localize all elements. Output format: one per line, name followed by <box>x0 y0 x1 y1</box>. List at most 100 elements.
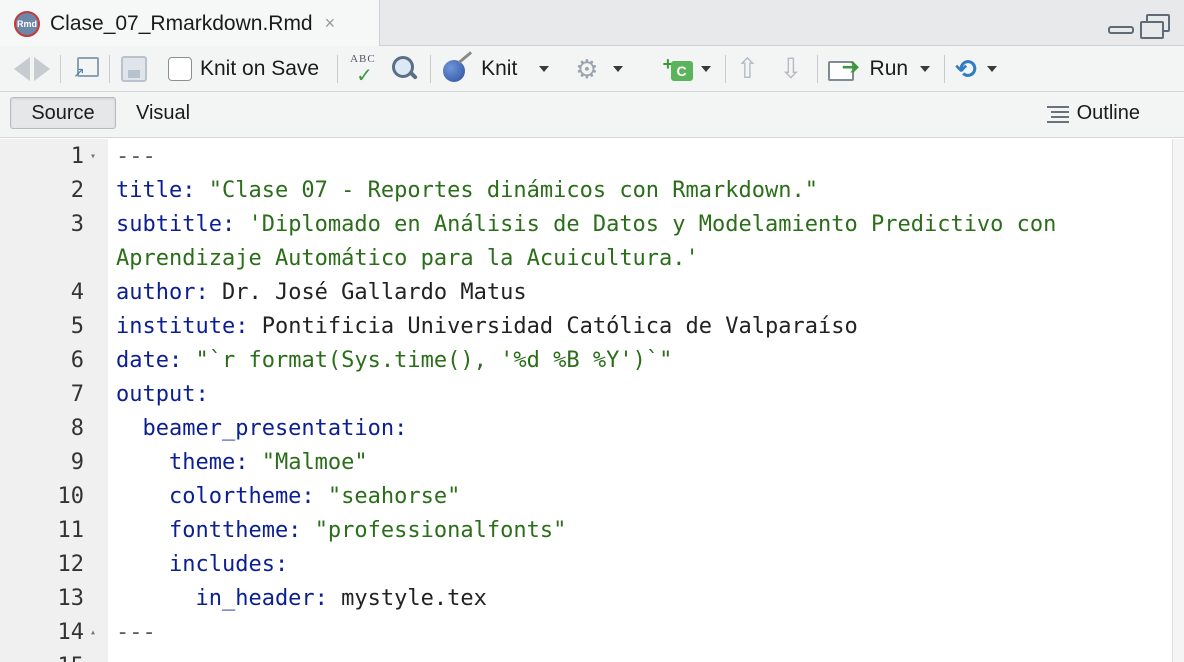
code-token: institute: <box>116 314 262 339</box>
code-text: colortheme: "seahorse" <box>116 480 460 514</box>
settings-button[interactable]: ⚙ <box>575 46 623 92</box>
code-text: beamer_presentation: <box>116 412 407 446</box>
minimize-pane-icon[interactable] <box>1108 26 1134 34</box>
editor-mode-bar: Source Visual Outline <box>0 92 1184 138</box>
knit-on-save-toggle[interactable]: Knit on Save <box>168 46 319 92</box>
run-icon <box>827 54 866 81</box>
code-line[interactable]: 12 includes: <box>0 548 1172 582</box>
pane-window-controls <box>1108 14 1170 39</box>
code-line[interactable]: 2 title: "Clase 07 - Reportes dinámicos c… <box>0 174 1172 208</box>
tab-bar: Rmd Clase_07_Rmarkdown.Rmd × <box>0 0 1184 47</box>
line-number: 15 <box>0 650 85 662</box>
code-line[interactable]: 1 ▾ --- <box>0 140 1172 174</box>
toolbar-separator <box>724 54 726 83</box>
code-token: author: <box>116 280 222 305</box>
previous-section-button[interactable]: ⇧ <box>736 46 759 92</box>
code-token: Aprendizaje Automático para la Acuicultu… <box>116 246 699 271</box>
fold-toggle-icon[interactable]: ▾ <box>90 140 96 174</box>
code-token: "professionalfonts" <box>314 518 567 543</box>
up-arrow-icon: ⇧ <box>735 52 760 84</box>
next-section-button[interactable]: ⇩ <box>779 46 802 92</box>
code-token: --- <box>116 620 156 645</box>
rmd-file-icon: Rmd <box>14 10 40 37</box>
code-text: in_header: mystyle.tex <box>116 582 486 616</box>
popout-icon <box>71 56 99 81</box>
code-text: --- <box>116 140 156 174</box>
close-tab-icon[interactable]: × <box>325 13 336 34</box>
code-text: date: "`r format(Sys.time(), '%d %B %Y')… <box>116 344 672 378</box>
spellcheck-icon: ABC ✓ <box>350 52 376 87</box>
code-line[interactable]: Aprendizaje Automático para la Acuicultu… <box>0 242 1172 276</box>
code-text: author: Dr. José Gallardo Matus <box>116 276 527 310</box>
line-number: 10 <box>57 484 85 509</box>
save-button[interactable] <box>120 55 148 82</box>
show-in-new-window-button[interactable] <box>71 56 99 82</box>
back-arrow-icon[interactable] <box>14 56 30 81</box>
code-token: "`r format(Sys.time(), '%d %B %Y')`" <box>195 348 673 373</box>
code-text: subtitle: 'Diplomado en Análisis de Dato… <box>116 208 1056 242</box>
code-line[interactable]: 10 colortheme: "seahorse" <box>0 480 1172 514</box>
magnifier-icon <box>390 54 420 84</box>
run-dropdown-caret-icon[interactable] <box>920 65 931 72</box>
code-line[interactable]: 5 institute: Pontificia Universidad Catól… <box>0 310 1172 344</box>
code-line[interactable]: 13 in_header: mystyle.tex <box>0 582 1172 616</box>
save-icon <box>121 55 147 82</box>
insert-dropdown-caret-icon[interactable] <box>700 65 711 72</box>
editor-tab[interactable]: Rmd Clase_07_Rmarkdown.Rmd × <box>0 0 380 47</box>
code-line[interactable]: 3 subtitle: 'Diplomado en Análisis de Dat… <box>0 208 1172 242</box>
line-number: 9 <box>70 450 84 475</box>
knit-on-save-checkbox[interactable] <box>168 56 192 81</box>
code-token: subtitle: <box>116 212 249 237</box>
nav-back-forward <box>14 46 50 92</box>
line-number: 11 <box>57 518 85 543</box>
code-line[interactable]: 7 output: <box>0 378 1172 412</box>
code-line[interactable]: 14 ▴ --- <box>0 616 1172 650</box>
code-line[interactable]: 4 author: Dr. José Gallardo Matus <box>0 276 1172 310</box>
code-line[interactable]: 8 beamer_presentation: <box>0 412 1172 446</box>
source-mode-button[interactable]: Source <box>10 97 116 129</box>
code-line[interactable]: 15 <box>0 650 1172 662</box>
code-token: "Clase 07 - Reportes dinámicos con Rmark… <box>208 178 818 203</box>
run-label: Run <box>869 56 909 80</box>
line-number: 4 <box>70 280 84 305</box>
outline-label: Outline <box>1076 101 1140 124</box>
knit-yarn-icon <box>441 54 473 84</box>
code-line[interactable]: 11 fonttheme: "professionalfonts" <box>0 514 1172 548</box>
line-number: 13 <box>57 586 85 611</box>
line-number: 8 <box>70 416 84 441</box>
code-editor[interactable]: 1 ▾ --- 2 title: "Clase 07 - Reportes dinámi… <box>0 139 1172 662</box>
code-text: title: "Clase 07 - Reportes dinámicos co… <box>116 174 818 208</box>
line-number: 3 <box>70 212 84 237</box>
code-text: output: <box>116 378 209 412</box>
maximize-pane-icon[interactable] <box>1140 14 1170 39</box>
find-replace-button[interactable] <box>390 46 420 92</box>
code-token: 'Diplomado en Análisis de Datos y Modela… <box>248 212 1057 237</box>
code-token: output: <box>116 382 209 407</box>
outline-button[interactable]: Outline <box>1046 97 1140 129</box>
code-token: Pontificia Universidad Católica de Valpa… <box>261 314 858 339</box>
knit-button[interactable]: Knit <box>441 46 550 92</box>
knit-label: Knit <box>481 56 518 80</box>
fold-toggle-icon[interactable]: ▴ <box>90 616 96 650</box>
source-options-button[interactable]: ⟲ <box>955 46 997 92</box>
code-line[interactable]: 9 theme: "Malmoe" <box>0 446 1172 480</box>
code-token: includes: <box>116 552 289 577</box>
code-text: Aprendizaje Automático para la Acuicultu… <box>116 242 699 276</box>
code-token: colortheme: <box>116 484 328 509</box>
toolbar-separator <box>944 54 946 83</box>
vertical-scrollbar[interactable] <box>1172 139 1184 662</box>
spellcheck-button[interactable]: ABC ✓ <box>348 46 384 92</box>
settings-dropdown-caret-icon[interactable] <box>612 65 623 72</box>
line-number: 14 <box>57 620 85 645</box>
line-number: 6 <box>70 348 84 373</box>
source-options-caret-icon[interactable] <box>986 65 997 72</box>
insert-chunk-button[interactable]: + C <box>663 46 711 92</box>
code-text: institute: Pontificia Universidad Católi… <box>116 310 858 344</box>
forward-arrow-icon[interactable] <box>34 56 50 81</box>
knit-dropdown-caret-icon[interactable] <box>539 65 550 72</box>
visual-mode-button[interactable]: Visual <box>136 97 190 129</box>
code-text: --- <box>116 616 156 650</box>
run-button[interactable]: Run <box>827 46 931 92</box>
code-line[interactable]: 6 date: "`r format(Sys.time(), '%d %B %Y'… <box>0 344 1172 378</box>
code-token: in_header: <box>116 586 342 611</box>
